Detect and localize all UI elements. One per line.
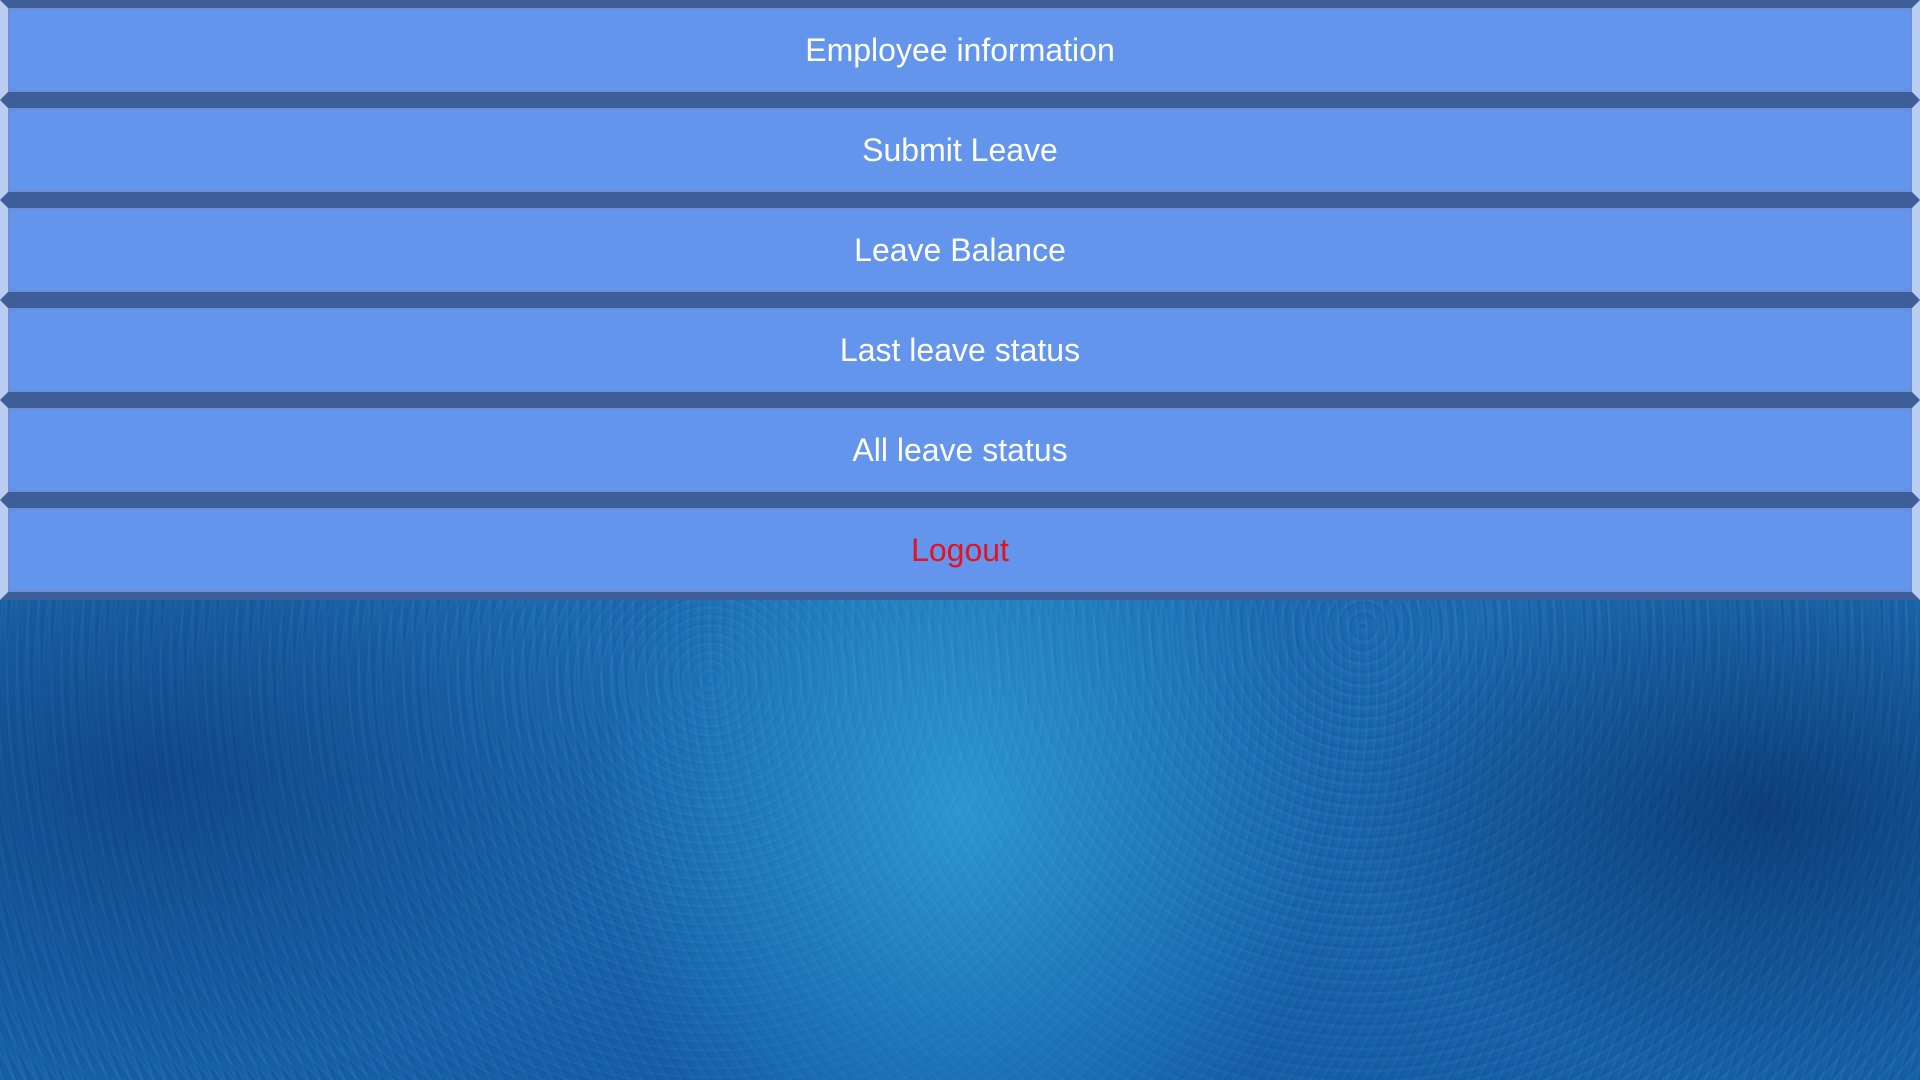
main-menu: Employee information Submit Leave Leave … <box>0 0 1920 600</box>
last-leave-status-button[interactable]: Last leave status <box>0 300 1920 400</box>
submit-leave-button[interactable]: Submit Leave <box>0 100 1920 200</box>
all-leave-status-button[interactable]: All leave status <box>0 400 1920 500</box>
logout-button[interactable]: Logout <box>0 500 1920 600</box>
employee-information-button[interactable]: Employee information <box>0 0 1920 100</box>
leave-balance-button[interactable]: Leave Balance <box>0 200 1920 300</box>
